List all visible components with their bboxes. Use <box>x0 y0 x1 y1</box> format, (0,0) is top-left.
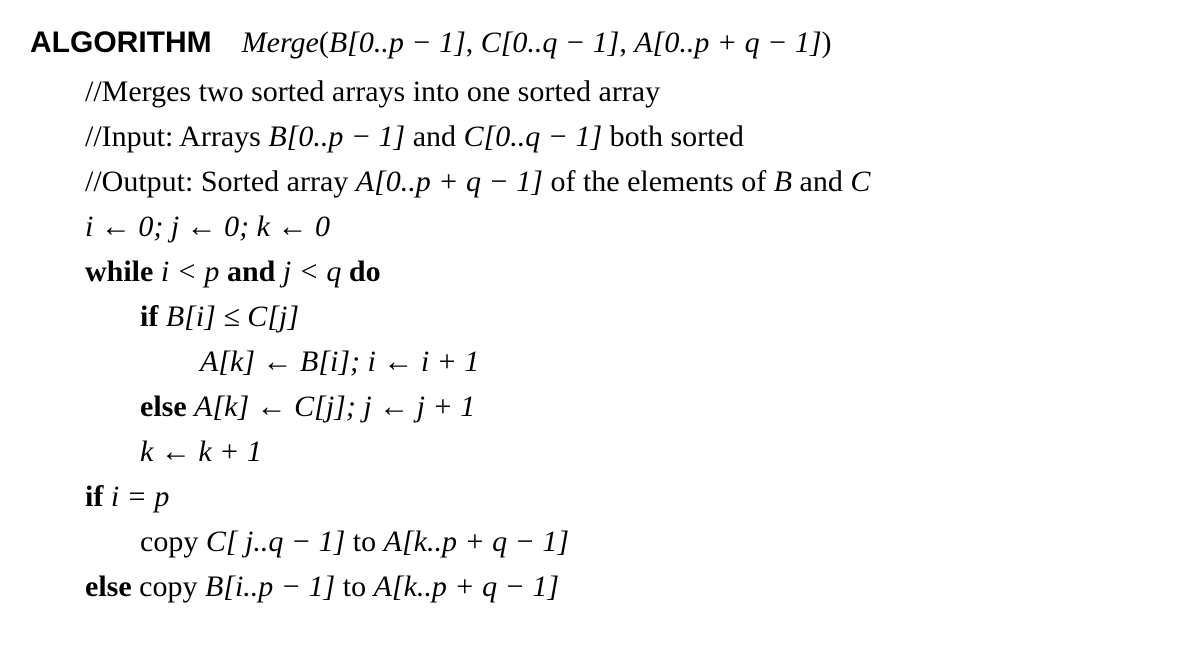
if2-line: if i = p <box>30 474 1170 519</box>
copy1-line: copy C[ j..q − 1] to A[k..p + q − 1] <box>30 519 1170 564</box>
algorithm-label: ALGORITHM <box>30 26 212 59</box>
param-A: A[0..p + q − 1] <box>634 26 821 59</box>
algorithm-header: ALGORITHM Merge(B[0..p − 1], C[0..q − 1]… <box>30 20 1170 65</box>
init-line: i ← 0; j ← 0; k ← 0 <box>30 204 1170 249</box>
while-line: while i < p and j < q do <box>30 249 1170 294</box>
else-line: else A[k] ← C[j]; j ← j + 1 <box>30 384 1170 429</box>
k-increment-line: k ← k + 1 <box>30 429 1170 474</box>
comment-description: //Merges two sorted arrays into one sort… <box>30 69 1170 114</box>
else2-line: else copy B[i..p − 1] to A[k..p + q − 1] <box>30 564 1170 609</box>
comment-input: //Input: Arrays B[0..p − 1] and C[0..q −… <box>30 114 1170 159</box>
if-line: if B[i] ≤ C[j] <box>30 294 1170 339</box>
comment-output: //Output: Sorted array A[0..p + q − 1] o… <box>30 159 1170 204</box>
if-body-line: A[k] ← B[i]; i ← i + 1 <box>30 339 1170 384</box>
algorithm-name: Merge <box>242 26 319 59</box>
param-B: B[0..p − 1] <box>329 26 466 59</box>
param-C: C[0..q − 1] <box>481 26 620 59</box>
